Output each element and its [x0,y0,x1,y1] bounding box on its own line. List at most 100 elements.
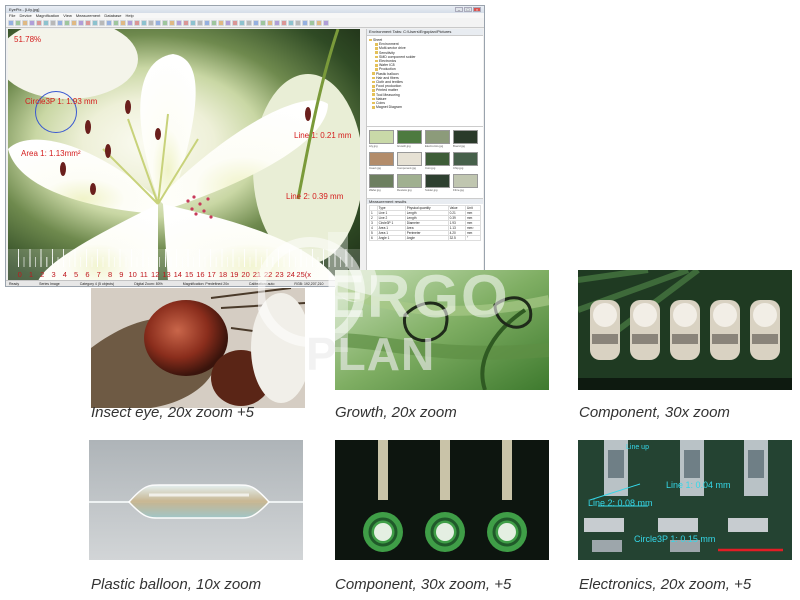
menu-device[interactable]: Device [19,13,31,18]
toolbar-tool-icon[interactable] [204,19,210,26]
circle-measurement-label: Circle3P 1: 1.93 mm [25,97,98,106]
toolbar-tool-icon[interactable] [120,19,126,26]
toolbar-tool-icon[interactable] [36,19,42,26]
thumbnail-item[interactable]: Wafer.jpg [369,174,394,193]
toolbar-tool-icon[interactable] [211,19,217,26]
thumbnail-item[interactable]: Electronics.jpg [425,130,450,149]
thumbnail-caption: Resistor.jpg [397,188,412,192]
toolbar-tool-icon[interactable] [225,19,231,26]
toolbar-tool-icon[interactable] [64,19,70,26]
toolbar-tool-icon[interactable] [8,19,14,26]
ruler-number: 20 [241,270,250,279]
thumbnail-item[interactable]: Chip.jpg [453,152,478,171]
toolbar-tool-icon[interactable] [260,19,266,26]
thumbnail-item[interactable]: Resistor.jpg [397,174,422,193]
toolbar-tool-icon[interactable] [162,19,168,26]
image-viewer[interactable]: 51.78% Circle3P 1: 1.93 mm Line 1: 0.21 … [8,29,360,281]
window-title: EyePix - [Lily.jpg] [9,7,40,12]
thumbnail-caption: Chip.jpg [453,166,464,170]
toolbar-tool-icon[interactable] [57,19,63,26]
menu-database[interactable]: Database [104,13,121,18]
toolbar-tool-icon[interactable] [113,19,119,26]
thumbnail-image [397,152,422,166]
folder-tree[interactable]: Sheet Environment Multi-sector drive Sensit… [367,36,483,126]
toolbar-tool-icon[interactable] [134,19,140,26]
thumbnail-caption: Insect.jpg [369,166,381,170]
toolbar-tool-icon[interactable] [197,19,203,26]
status-text: RGB: 192,207,210 [294,282,324,286]
thumbnail-image [369,152,394,166]
maximize-button[interactable]: □ [464,7,472,12]
toolbar-tool-icon[interactable] [29,19,35,26]
toolbar-tool-icon[interactable] [169,19,175,26]
table-row[interactable]: 6 Angle 1 Angle 32.5 ° [369,235,481,241]
tree-header: Environment Tabs: C:\Users\Ergoplan\Pict… [367,29,483,36]
measurement-table-header: Measurement results [367,198,483,204]
caption-component-30x: Component, 30x zoom [579,404,730,421]
thumbnail-image [369,130,394,144]
right-panel: Environment Tabs: C:\Users\Ergoplan\Pict… [366,29,483,281]
thumbnail-item[interactable]: Board.jpg [453,130,478,149]
thumbnail-grid[interactable]: Lily.jpg Growth.jpg Electronics.jpg Board.j… [367,126,483,196]
menu-view[interactable]: View [63,13,72,18]
toolbar-tool-icon[interactable] [127,19,133,26]
menu-measurement[interactable]: Measurement [76,13,100,18]
ruler-number: 2 [40,270,45,279]
photo-growth [335,270,549,390]
toolbar-tool-icon[interactable] [295,19,301,26]
thumbnail-item[interactable]: Insect.jpg [369,152,394,171]
thumbnail-item[interactable]: Component.jpg [397,152,422,171]
close-button[interactable]: × [473,7,481,12]
menu-help[interactable]: Help [125,13,133,18]
toolbar-tool-icon[interactable] [183,19,189,26]
toolbar-tool-icon[interactable] [106,19,112,26]
ruler-number: 15 [184,270,194,279]
toolbar-tool-icon[interactable] [309,19,315,26]
toolbar-tool-icon[interactable] [99,19,105,26]
ruler-number: 10 [128,270,137,279]
toolbar-tool-icon[interactable] [232,19,238,26]
toolbar-tool-icon[interactable] [302,19,308,26]
toolbar-tool-icon[interactable] [316,19,322,26]
thumbnail-item[interactable]: Growth.jpg [397,130,422,149]
thumbnail-item[interactable]: Lily.jpg [369,130,394,149]
thumbnail-item[interactable]: Coin.jpg [425,152,450,171]
toolbar-tool-icon[interactable] [274,19,280,26]
toolbar-tool-icon[interactable] [176,19,182,26]
thumbnail-item[interactable]: Fibre.jpg [453,174,478,193]
toolbar-tool-icon[interactable] [85,19,91,26]
menu-file[interactable]: File [9,13,15,18]
toolbar-tool-icon[interactable] [267,19,273,26]
toolbar-tool-icon[interactable] [92,19,98,26]
measurement-table[interactable]: Type Physical quantity Value Unit 1 Line 1 Len… [369,205,481,241]
photo-electronics: Line up Line 1: 0.04 mm Line 2: 0.08 mm … [578,440,792,560]
toolbar-tool-icon[interactable] [239,19,245,26]
table-cell: Angle [404,235,449,241]
thumbnail-image [425,174,450,188]
toolbar-tool-icon[interactable] [323,19,329,26]
toolbar-tool-icon[interactable] [43,19,49,26]
toolbar-tool-icon[interactable] [78,19,84,26]
tree-folder-item[interactable]: Magnet Diagram [369,105,481,109]
thumbnail-caption: Electronics.jpg [425,144,444,148]
toolbar-tool-icon[interactable] [148,19,154,26]
toolbar-tool-icon[interactable] [253,19,259,26]
toolbar-tool-icon[interactable] [288,19,294,26]
toolbar-tool-icon[interactable] [155,19,161,26]
toolbar-tool-icon[interactable] [50,19,56,26]
ruler-number: 11 [140,270,148,279]
thumbnail-image [425,130,450,144]
menu-magnification[interactable]: Magnification [36,13,60,18]
toolbar-tool-icon[interactable] [22,19,28,26]
toolbar-tool-icon[interactable] [246,19,252,26]
ruler-number: 12 [151,270,160,279]
toolbar-tool-icon[interactable] [141,19,147,26]
thumbnail-image [453,152,478,166]
minimize-button[interactable]: – [455,7,463,12]
toolbar-tool-icon[interactable] [71,19,77,26]
thumbnail-item[interactable]: Solder.jpg [425,174,450,193]
toolbar-tool-icon[interactable] [190,19,196,26]
toolbar-tool-icon[interactable] [281,19,287,26]
toolbar-tool-icon[interactable] [218,19,224,26]
toolbar-tool-icon[interactable] [15,19,21,26]
